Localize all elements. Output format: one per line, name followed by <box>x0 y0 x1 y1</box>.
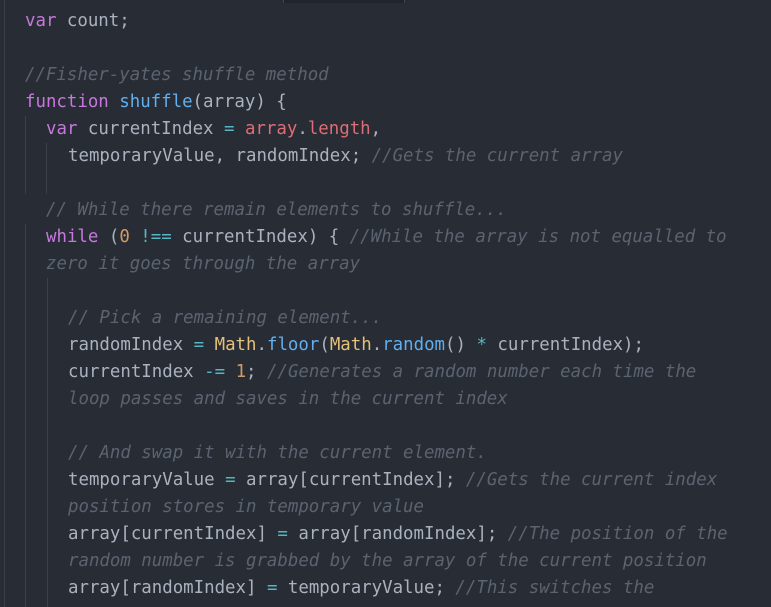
code-token: while <box>46 227 99 247</box>
code-token: , <box>370 119 382 139</box>
code-token: array <box>244 119 298 139</box>
code-token: //Gets the current index <box>465 470 718 490</box>
code-token: //While the array is not equalled to <box>349 227 727 247</box>
code-token: -= <box>204 362 226 382</box>
code-token: ( <box>98 227 120 247</box>
code-line: // And swap it with the current element. <box>68 440 487 467</box>
code-line: //Fisher-yates shuffle method <box>25 62 329 89</box>
code-token: //Generates a random number each time th… <box>267 362 697 382</box>
code-line: temporaryValue, randomIndex; //Gets the … <box>68 143 623 170</box>
code-token: //Gets the current array <box>371 146 623 166</box>
code-token: Math <box>214 335 257 355</box>
indent-guide <box>25 224 26 607</box>
code-line: var currentIndex = array.length, <box>46 116 381 143</box>
code-token: function <box>25 92 109 112</box>
code-token: randomIndex <box>68 335 194 355</box>
code-line: array[randomIndex] = temporaryValue; //T… <box>68 575 654 602</box>
code-line: temporaryValue = array[currentIndex]; //… <box>68 467 717 494</box>
code-editor[interactable]: var count; //Fisher-yates shuffle method f… <box>0 0 771 607</box>
code-line: zero it goes through the array <box>46 251 360 278</box>
code-token: random <box>382 335 446 355</box>
code-token: random number is grabbed by the array of… <box>68 551 707 571</box>
code-token: shuffle <box>119 92 193 112</box>
code-line: // Pick a remaining element... <box>68 305 382 332</box>
code-token: position stores in temporary value <box>68 497 424 517</box>
code-token: length <box>307 119 371 139</box>
code-token: var <box>46 119 78 139</box>
code-token: = <box>277 524 288 544</box>
code-token: // While there remain elements to shuffl… <box>46 200 507 220</box>
code-token: //Fisher-yates shuffle method <box>25 65 329 85</box>
code-token: = <box>225 470 236 490</box>
code-token: count; <box>56 11 130 31</box>
indent-guide <box>47 278 48 607</box>
code-line: // While there remain elements to shuffl… <box>46 197 507 224</box>
indent-guide <box>25 116 26 194</box>
code-line: function shuffle(array) { <box>25 89 287 116</box>
code-token: floor <box>266 335 320 355</box>
code-token: . <box>371 335 383 355</box>
code-token: array[currentIndex]; <box>235 470 466 490</box>
code-token: = <box>266 578 278 598</box>
code-token: ; <box>246 362 267 382</box>
code-line: loop passes and saves in the current ind… <box>68 386 508 413</box>
code-token: // Pick a remaining element... <box>68 308 383 328</box>
code-token: loop passes and saves in the current ind… <box>68 389 508 409</box>
code-token: = <box>193 335 205 355</box>
code-token: temporaryValue; <box>277 578 456 598</box>
code-token: array[randomIndex]; <box>287 524 508 544</box>
code-token: currentIndex <box>77 119 225 139</box>
code-token: var <box>25 11 57 31</box>
code-token: . <box>256 335 267 355</box>
code-token: // And swap it with the current element. <box>68 443 487 463</box>
code-token: . <box>297 119 308 139</box>
code-line: while (0 !== currentIndex) { //While the… <box>46 224 727 251</box>
code-token: = <box>224 119 235 139</box>
code-token: * <box>476 335 487 355</box>
code-token: 0 <box>119 227 130 247</box>
code-token: //The position of the <box>507 524 728 544</box>
code-token: array[randomIndex] <box>68 578 267 598</box>
code-token: temporaryValue <box>68 470 226 490</box>
code-token: currentIndex); <box>486 335 644 355</box>
code-token: //This switches the <box>455 578 655 598</box>
indent-guide <box>4 0 5 607</box>
code-token: 1 <box>235 362 247 382</box>
code-line: currentIndex -= 1; //Generates a random … <box>68 359 696 386</box>
code-token: () <box>445 335 477 355</box>
indent-guide <box>46 143 47 194</box>
code-line: var count; <box>25 8 130 35</box>
code-token: !== <box>140 227 172 247</box>
code-token: temporaryValue, randomIndex; <box>68 146 372 166</box>
code-line: random number is grabbed by the array of… <box>68 548 707 575</box>
editor-tab-edge <box>283 0 405 3</box>
code-token: zero it goes through the array <box>46 254 361 274</box>
code-line: array[currentIndex] = array[randomIndex]… <box>68 521 728 548</box>
code-token: currentIndex) { <box>171 227 350 247</box>
code-token: array[currentIndex] <box>68 524 278 544</box>
code-token: (array) { <box>192 92 287 112</box>
code-line: position stores in temporary value <box>68 494 424 521</box>
code-token: Math <box>329 335 372 355</box>
code-token: currentIndex <box>68 362 205 382</box>
code-token: ( <box>319 335 330 355</box>
code-line: randomIndex = Math.floor(Math.random() *… <box>68 332 644 359</box>
